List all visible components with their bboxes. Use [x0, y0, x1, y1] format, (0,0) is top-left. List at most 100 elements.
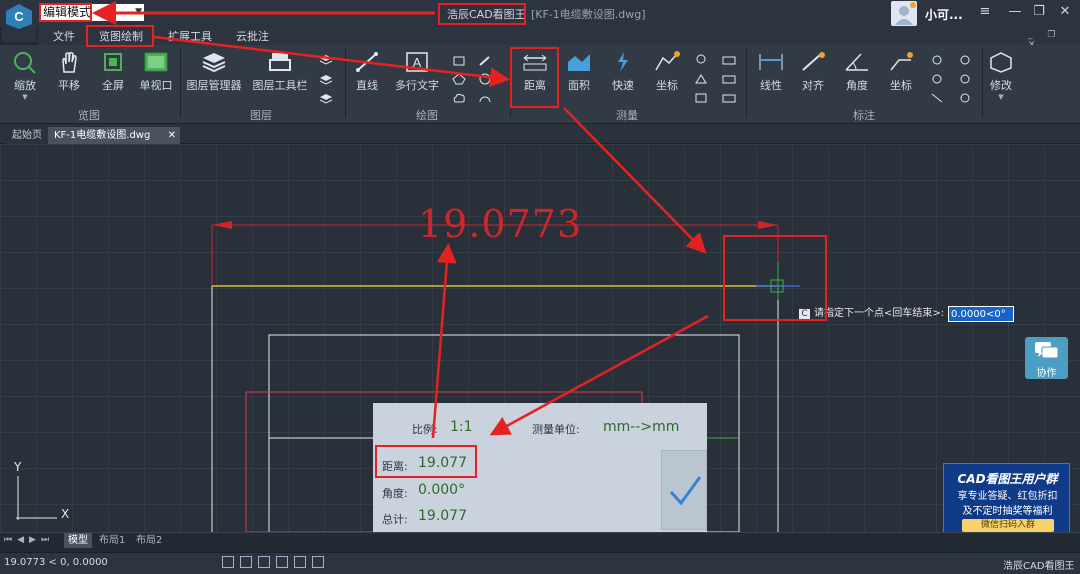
dim-small-icon[interactable] [930, 54, 944, 66]
layer-small-icon[interactable] [319, 74, 333, 86]
ribbon-divider [746, 48, 747, 118]
cloud-icon[interactable] [452, 92, 466, 104]
annotation-box-result [375, 445, 477, 478]
annotation-box-title [438, 3, 526, 25]
single-viewport-label: 单视口 [139, 79, 173, 92]
layout-tab-1[interactable]: 布局1 [95, 533, 129, 548]
layer-manager-button[interactable]: 图层管理器 [184, 50, 244, 93]
dimension-text: 19.0773 [418, 202, 583, 246]
total-result-value: 19.077 [418, 508, 467, 524]
layers-icon [202, 53, 226, 73]
ribbon-divider [982, 48, 983, 118]
collaborate-button[interactable]: 协作 [1025, 337, 1068, 379]
single-viewport-button[interactable]: 单视口 [136, 50, 176, 93]
ad-line-1: 享专业答疑、红包折扣 [957, 491, 1058, 502]
collaborate-label: 协作 [1036, 368, 1057, 379]
linear-dim-label: 线性 [760, 79, 782, 92]
circle-icon[interactable] [478, 73, 492, 85]
status-bar [0, 552, 1080, 574]
close-tab-icon[interactable]: ✕ [168, 127, 176, 144]
menu-extension-tools[interactable]: 扩展工具 [168, 28, 212, 44]
ad-line-2: 及不定时抽奖等福利 [962, 506, 1053, 517]
dim-small-icon[interactable] [958, 54, 972, 66]
measure-small-icon[interactable] [722, 92, 736, 104]
document-title: [KF-1电缆敷设图.dwg] [531, 8, 646, 21]
close-icon[interactable]: ✕ [1052, 2, 1078, 22]
osnap-icon[interactable] [294, 556, 306, 568]
tab-document-label: KF-1电缆敷设图.dwg [54, 130, 151, 141]
rectangle-icon[interactable] [452, 55, 466, 67]
layout-tab-2[interactable]: 布局2 [132, 533, 166, 548]
ad-cta-button[interactable]: 微信扫码入群 [962, 519, 1054, 532]
annotation-box-distance [510, 47, 559, 108]
user-name[interactable]: 小可... [925, 6, 963, 23]
aligned-dim-label: 对齐 [802, 79, 824, 92]
fullscreen-button[interactable]: 全屏 [96, 50, 130, 93]
total-result-label: 总计: [382, 513, 408, 526]
cursor-coordinates: 19.0773 < 0, 0.0000 [4, 557, 108, 568]
zoom-button[interactable]: 缩放 ▼ [8, 50, 42, 101]
linear-dim-icon [759, 54, 783, 70]
annotation-box-menu [86, 25, 154, 47]
quick-measure-button[interactable]: 快速 [606, 50, 640, 93]
dim-small-icon[interactable] [958, 73, 972, 85]
coordinate-button[interactable]: 坐标 [648, 50, 686, 93]
unit-label: 测量单位: [532, 423, 580, 436]
app-logo[interactable]: C [2, 2, 36, 42]
measure-small-icon[interactable] [694, 54, 708, 66]
linear-dim-button[interactable]: 线性 [756, 50, 786, 93]
layer-small-icon[interactable] [319, 54, 333, 66]
lightning-icon [618, 52, 628, 72]
command-prompt-text: 请指定下一个点<回车结束>: [814, 308, 945, 319]
coordinate-dim-label: 坐标 [890, 79, 912, 92]
measure-small-icon[interactable] [722, 54, 736, 66]
coordinate-dim-button[interactable]: 坐标 [886, 50, 916, 93]
angle-icon [845, 53, 868, 71]
dim-small-icon[interactable] [930, 92, 944, 104]
panel-title-measure: 测量 [616, 109, 638, 122]
measure-small-icon[interactable] [694, 73, 708, 85]
layout-nav-arrows[interactable]: ⏮◀▶⏭ [4, 535, 54, 545]
dim-small-icon[interactable] [930, 73, 944, 85]
tab-start-page[interactable]: 起始页 [6, 127, 48, 144]
command-input[interactable]: 0.0000<0° [948, 306, 1014, 322]
ortho-icon[interactable] [258, 556, 270, 568]
snap-icon[interactable] [240, 556, 252, 568]
panel-title-annotate: 标注 [853, 109, 875, 122]
layout-tab-model[interactable]: 模型 [64, 533, 92, 548]
pencil-icon[interactable] [478, 55, 492, 67]
arc-icon[interactable] [478, 92, 492, 104]
zoom-icon [14, 52, 36, 74]
panel-title-draw: 绘图 [416, 109, 438, 122]
menu-cloud-annotate[interactable]: 云批注 [236, 28, 269, 44]
layer-small-icon[interactable] [319, 93, 333, 105]
user-avatar[interactable] [891, 1, 917, 26]
unit-value: mm-->mm [603, 419, 680, 435]
confirm-button[interactable] [661, 450, 707, 530]
aligned-dim-button[interactable]: 对齐 [798, 50, 828, 93]
modify-button[interactable]: 修改 ▼ [986, 50, 1016, 101]
minimize-icon[interactable]: — [1002, 2, 1028, 22]
quick-measure-label: 快速 [612, 79, 634, 92]
measure-small-icon[interactable] [722, 73, 736, 85]
dim-small-icon[interactable] [958, 92, 972, 104]
mtext-button[interactable]: A 多行文字 [392, 50, 442, 93]
pan-label: 平移 [58, 79, 80, 92]
menu-file[interactable]: 文件 [53, 28, 75, 44]
measure-small-icon[interactable] [694, 92, 708, 104]
otrack-icon[interactable] [312, 556, 324, 568]
polar-icon[interactable] [276, 556, 288, 568]
area-button[interactable]: 面积 [562, 50, 596, 93]
tab-document[interactable]: KF-1电缆敷设图.dwg ✕ [48, 127, 180, 144]
layer-toolbar-button[interactable]: 图层工具栏 [250, 50, 310, 93]
grid-icon[interactable] [222, 556, 234, 568]
angle-dim-button[interactable]: 角度 [842, 50, 872, 93]
restore-icon[interactable]: ❐ [1026, 2, 1052, 22]
user-group-ad[interactable]: CAD看图王用户群 享专业答疑、红包折扣 及不定时抽奖等福利 微信扫码入群 [943, 463, 1070, 535]
menu-icon[interactable]: ≡ [972, 2, 998, 22]
line-button[interactable]: 直线 [352, 50, 382, 93]
polygon-icon[interactable] [452, 73, 466, 85]
command-prompt: C 请指定下一个点<回车结束>: 0.0000<0° [799, 306, 1015, 322]
pan-button[interactable]: 平移 [52, 50, 86, 93]
ribbon-divider [180, 48, 181, 118]
